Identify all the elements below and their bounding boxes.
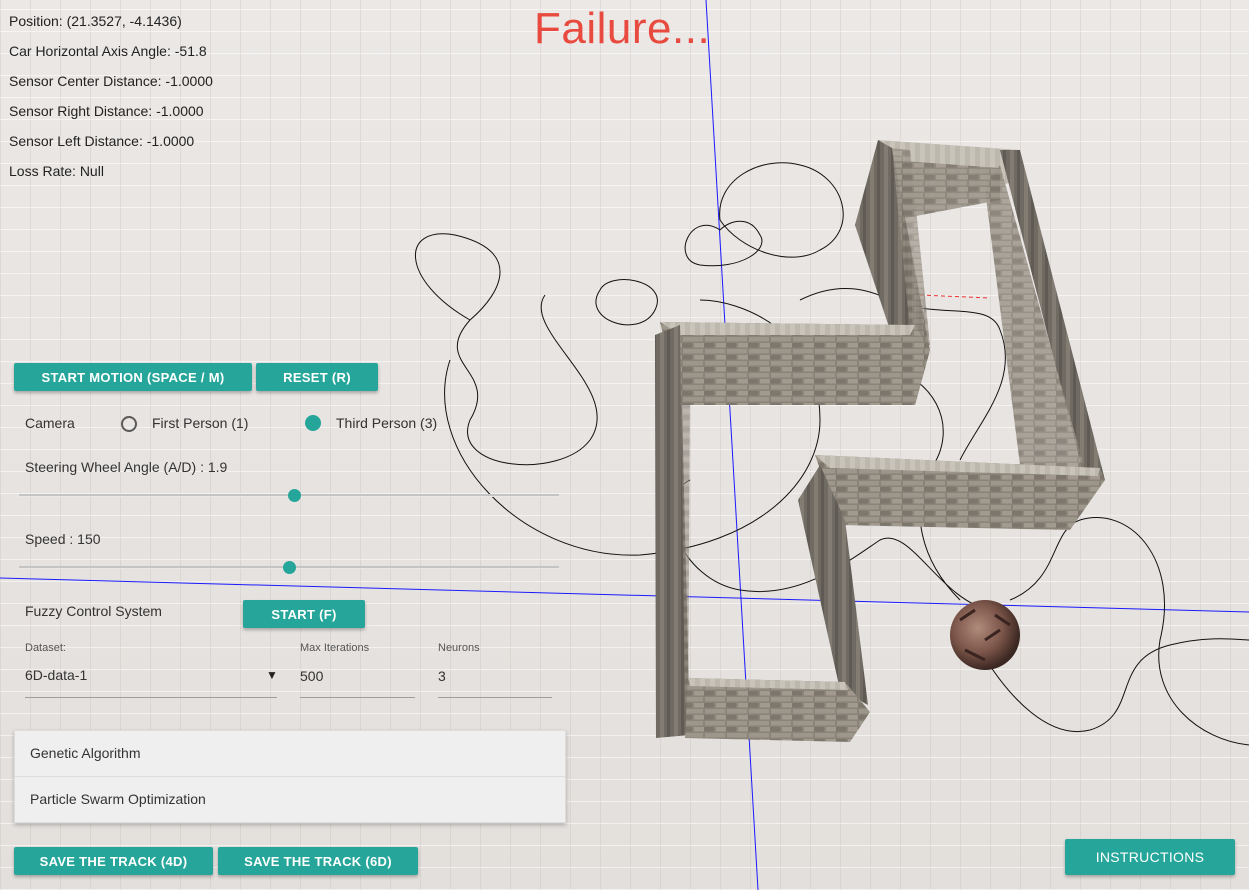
genetic-algorithm-item[interactable]: Genetic Algorithm (15, 731, 565, 777)
first-person-radio[interactable] (121, 416, 137, 432)
dataset-label: Dataset: (25, 642, 66, 654)
track-walls (655, 140, 1105, 742)
speed-slider-thumb[interactable] (283, 561, 296, 574)
dropdown-caret-icon[interactable]: ▼ (266, 668, 278, 682)
sensor-right-readout: Sensor Right Distance: -1.0000 (9, 103, 204, 119)
third-person-label[interactable]: Third Person (3) (336, 415, 437, 431)
loss-rate-readout: Loss Rate: Null (9, 163, 104, 179)
neurons-input[interactable]: 3 (438, 668, 446, 684)
pso-item[interactable]: Particle Swarm Optimization (15, 777, 565, 822)
steering-label: Steering Wheel Angle (A/D) : 1.9 (25, 459, 228, 475)
max-iterations-underline (300, 697, 415, 698)
speed-label: Speed : 150 (25, 531, 101, 547)
dataset-select[interactable]: 6D-data-1 (25, 667, 87, 683)
reset-button[interactable]: RESET (R) (256, 363, 378, 391)
camera-label: Camera (25, 415, 75, 431)
status-panel: Position: (21.3527, -4.1436) Car Horizon… (9, 12, 213, 192)
sensor-center-readout: Sensor Center Distance: -1.0000 (9, 73, 213, 89)
fuzzy-label: Fuzzy Control System (25, 603, 162, 619)
trajectory-curves (415, 162, 1249, 746)
max-iterations-label: Max Iterations (300, 642, 370, 654)
axis-line-vertical (705, 0, 759, 890)
third-person-radio[interactable] (305, 415, 321, 431)
algorithm-collapsible: Genetic Algorithm Particle Swarm Optimiz… (14, 730, 566, 823)
instructions-button[interactable]: INSTRUCTIONS (1065, 839, 1235, 875)
neurons-underline (438, 697, 552, 698)
sensor-left-readout: Sensor Left Distance: -1.0000 (9, 133, 195, 149)
dataset-underline (25, 697, 277, 698)
first-person-label[interactable]: First Person (1) (152, 415, 248, 431)
result-message: Failure... (534, 4, 711, 53)
save-track-6d-button[interactable]: SAVE THE TRACK (6D) (218, 847, 418, 875)
save-track-4d-button[interactable]: SAVE THE TRACK (4D) (14, 847, 213, 875)
angle-readout: Car Horizontal Axis Angle: -51.8 (9, 43, 207, 59)
axis-line-horizontal (0, 577, 1249, 613)
neurons-label: Neurons (438, 642, 480, 654)
max-iterations-input[interactable]: 500 (300, 668, 323, 684)
fuzzy-start-button[interactable]: START (F) (243, 600, 365, 628)
position-readout: Position: (21.3527, -4.1436) (9, 13, 182, 29)
start-motion-button[interactable]: START MOTION (SPACE / M) (14, 363, 252, 391)
sensor-line (919, 294, 991, 299)
